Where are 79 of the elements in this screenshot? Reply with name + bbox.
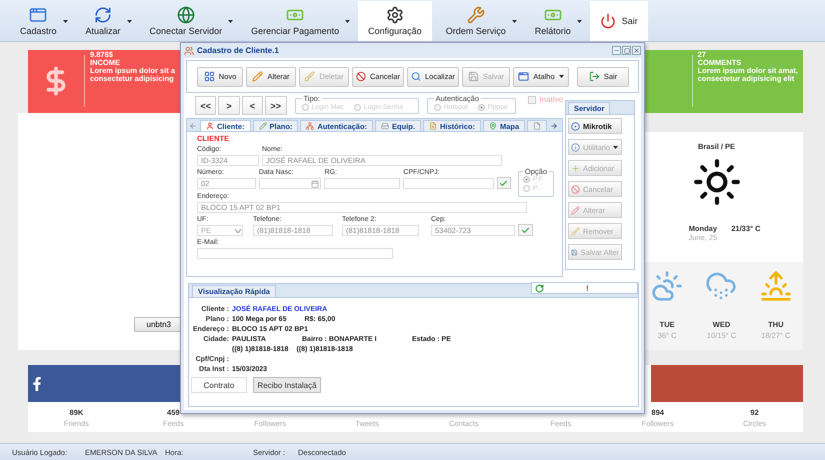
close-button[interactable] xyxy=(632,46,641,55)
drive-icon xyxy=(381,122,390,130)
plus-icon xyxy=(571,164,580,172)
refresh-icon xyxy=(94,6,112,24)
maximize-icon xyxy=(624,48,630,54)
cancel-icon xyxy=(356,71,366,82)
nav-button[interactable]: > xyxy=(218,96,240,115)
power-icon xyxy=(600,13,616,29)
radio-icon[interactable] xyxy=(522,176,530,183)
globe-icon xyxy=(176,6,195,24)
toolbar-button[interactable]: Atualizar xyxy=(80,4,127,38)
pencil-icon xyxy=(258,122,267,130)
caret-icon[interactable] xyxy=(126,20,132,22)
action-button[interactable]: Recibo Instalaçã xyxy=(253,377,321,393)
refresh-icon[interactable] xyxy=(535,284,544,292)
cloud-snow-icon xyxy=(705,270,738,302)
pin-icon xyxy=(488,122,497,130)
exit-icon xyxy=(588,71,600,82)
info-icon xyxy=(571,142,580,152)
nav-button[interactable]: < xyxy=(242,96,264,115)
search-icon xyxy=(411,71,421,82)
nav-button[interactable]: << xyxy=(195,96,216,115)
brush-icon xyxy=(304,71,316,82)
user-icon xyxy=(206,122,214,130)
action-button[interactable]: Contrato xyxy=(191,377,247,393)
cloud-sun-icon xyxy=(651,270,684,302)
caret-icon[interactable] xyxy=(512,20,517,22)
pencil-icon xyxy=(252,71,264,82)
text-field[interactable] xyxy=(197,248,393,259)
text-field[interactable] xyxy=(324,178,400,189)
check-button[interactable] xyxy=(496,177,511,189)
tab[interactable] xyxy=(527,120,548,131)
arrow-left-icon xyxy=(189,122,197,130)
toolbar-button[interactable]: Gerenciar Pagamento xyxy=(245,4,346,38)
window-icon xyxy=(29,6,48,24)
text-field[interactable] xyxy=(403,178,494,189)
radio-icon[interactable] xyxy=(302,104,308,111)
toolbar-button[interactable]: Relátorio xyxy=(528,4,577,38)
network-icon xyxy=(306,122,314,130)
radio-icon[interactable] xyxy=(478,104,485,111)
date-field[interactable] xyxy=(258,178,322,189)
alert-text: ! xyxy=(586,284,589,292)
toolbar-button[interactable]: Ordem Serviço xyxy=(440,4,512,38)
toolbar-button[interactable]: Conectar Servidor xyxy=(144,4,228,38)
caret-icon[interactable] xyxy=(558,75,564,78)
check-button[interactable] xyxy=(518,224,533,236)
save-icon xyxy=(468,71,479,82)
radio-icon[interactable] xyxy=(354,104,361,111)
toolbar-button[interactable]: Cadastro xyxy=(14,4,63,38)
sun-icon xyxy=(692,157,742,207)
pencil-icon xyxy=(571,206,580,214)
document-icon xyxy=(428,122,437,130)
circle-icon xyxy=(571,122,580,130)
brush-icon xyxy=(571,226,580,236)
nav-button[interactable]: >> xyxy=(265,96,286,115)
close-icon xyxy=(633,47,640,54)
settings-icon xyxy=(386,6,404,24)
wrench-icon xyxy=(466,6,485,24)
caret-icon[interactable] xyxy=(345,20,350,22)
users-icon xyxy=(184,46,194,56)
cancel-icon xyxy=(571,184,580,194)
checkbox-label: Inativo xyxy=(539,95,563,104)
maximize-button[interactable] xyxy=(622,46,631,55)
caret-icon[interactable] xyxy=(228,20,234,22)
grid-icon xyxy=(204,71,215,82)
arrow-right-icon xyxy=(550,122,558,130)
minimize-icon xyxy=(613,47,620,54)
caret-icon[interactable] xyxy=(576,20,582,22)
calendar-icon[interactable] xyxy=(311,180,320,188)
check-icon xyxy=(521,226,530,234)
check-icon xyxy=(499,178,508,188)
caret-icon[interactable] xyxy=(62,20,68,22)
window-icon xyxy=(518,71,530,82)
document-icon xyxy=(533,122,542,130)
radio-icon[interactable] xyxy=(434,104,441,111)
dialog-title: Cadastro de Cliente.1 xyxy=(197,46,279,55)
save-icon xyxy=(571,248,578,256)
checkbox[interactable] xyxy=(528,96,536,104)
radio-icon[interactable] xyxy=(522,185,530,192)
